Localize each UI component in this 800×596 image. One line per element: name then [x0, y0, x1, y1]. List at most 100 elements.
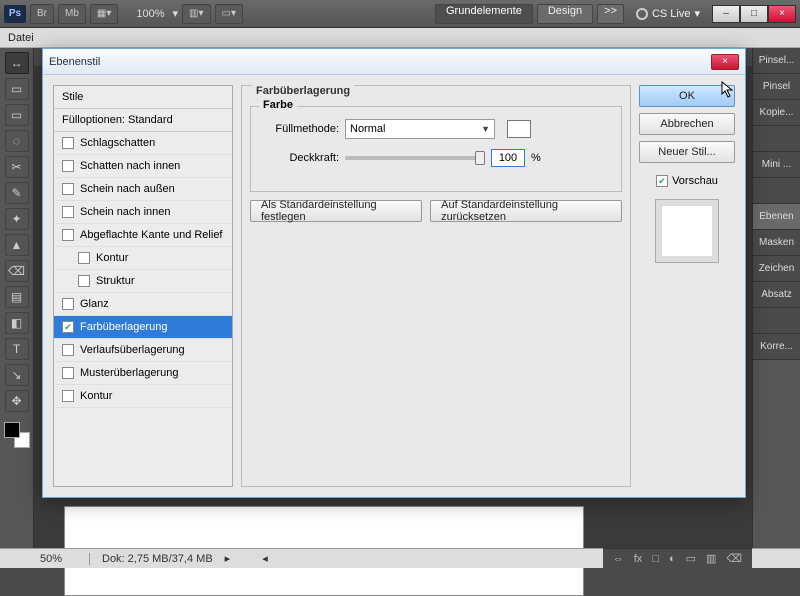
style-list-header[interactable]: Stile: [54, 86, 232, 109]
dialog-right-column: OK Abbrechen Neuer Stil... ✔ Vorschau: [639, 85, 735, 487]
opacity-input[interactable]: 100: [491, 149, 525, 167]
style-row-struktur[interactable]: Struktur: [54, 270, 232, 293]
tool-1[interactable]: ▭: [5, 78, 29, 100]
layers-footer-icon-1[interactable]: fx: [634, 553, 643, 565]
opacity-slider[interactable]: [345, 156, 485, 160]
style-checkbox[interactable]: [62, 160, 74, 172]
style-row-kontur[interactable]: Kontur: [54, 247, 232, 270]
style-label: Glanz: [80, 298, 109, 310]
tool-0[interactable]: ↔: [5, 52, 29, 74]
minibridge-button[interactable]: Mb: [58, 4, 86, 24]
style-row-glanz[interactable]: Glanz: [54, 293, 232, 316]
panel-tab-7[interactable]: Masken: [753, 230, 800, 256]
new-style-button[interactable]: Neuer Stil...: [639, 141, 735, 163]
cslive-icon: [636, 8, 648, 20]
style-checkbox[interactable]: [62, 206, 74, 218]
dialog-titlebar[interactable]: Ebenenstil ×: [43, 49, 745, 75]
tool-2[interactable]: ▭: [5, 104, 29, 126]
opacity-label: Deckkraft:: [261, 152, 339, 164]
tool-12[interactable]: ↘: [5, 364, 29, 386]
view-extras-button[interactable]: ▦▾: [90, 4, 118, 24]
style-checkbox[interactable]: [62, 390, 74, 402]
layers-footer-icon-4[interactable]: ▭: [686, 552, 696, 565]
style-label: Musterüberlagerung: [80, 367, 178, 379]
cslive-button[interactable]: CS Live ▾: [636, 7, 700, 20]
menu-file[interactable]: Datei: [8, 32, 34, 44]
fill-options-row[interactable]: Fülloptionen: Standard: [54, 109, 232, 132]
style-checkbox[interactable]: [62, 137, 74, 149]
style-checkbox[interactable]: [78, 252, 90, 264]
bridge-button[interactable]: Br: [30, 4, 54, 24]
arrange-docs-button[interactable]: ▥▾: [182, 4, 210, 24]
tool-6[interactable]: ✦: [5, 208, 29, 230]
window-minimize[interactable]: –: [712, 5, 740, 23]
panel-tab-11[interactable]: Korre...: [753, 334, 800, 360]
style-row-schein-nach-au-en[interactable]: Schein nach außen: [54, 178, 232, 201]
workspace-essentials[interactable]: Grundelemente: [435, 4, 533, 24]
style-label: Schein nach außen: [80, 183, 175, 195]
tool-10[interactable]: ◧: [5, 312, 29, 334]
panel-tab-4[interactable]: Mini ...: [753, 152, 800, 178]
layers-footer-icon-6[interactable]: ⌫: [726, 552, 742, 565]
style-checkbox[interactable]: [78, 275, 90, 287]
panel-tab-3: [753, 126, 800, 152]
style-row-muster-berlagerung[interactable]: Musterüberlagerung: [54, 362, 232, 385]
style-checkbox[interactable]: [62, 367, 74, 379]
style-row-abgeflachte-kante-und-relief[interactable]: Abgeflachte Kante und Relief: [54, 224, 232, 247]
style-checkbox[interactable]: [62, 229, 74, 241]
panel-tab-1[interactable]: Pinsel: [753, 74, 800, 100]
window-maximize[interactable]: □: [740, 5, 768, 23]
style-row-schatten-nach-innen[interactable]: Schatten nach innen: [54, 155, 232, 178]
style-row-schlagschatten[interactable]: Schlagschatten: [54, 132, 232, 155]
color-group-label: Farbe: [259, 99, 297, 111]
workspace-more[interactable]: >>: [597, 4, 624, 24]
panel-tab-9[interactable]: Absatz: [753, 282, 800, 308]
tool-4[interactable]: ✂: [5, 156, 29, 178]
tool-3[interactable]: ◌: [5, 130, 29, 152]
reset-default-button[interactable]: Auf Standardeinstellung zurücksetzen: [430, 200, 622, 222]
tool-9[interactable]: ▤: [5, 286, 29, 308]
panel-tab-6[interactable]: Ebenen: [753, 204, 800, 230]
layers-footer-icon-3[interactable]: ◐: [669, 553, 676, 565]
tool-11[interactable]: T: [5, 338, 29, 360]
opacity-unit: %: [531, 152, 541, 164]
window-close[interactable]: ×: [768, 5, 796, 23]
style-row-verlaufs-berlagerung[interactable]: Verlaufsüberlagerung: [54, 339, 232, 362]
layers-footer-icon-2[interactable]: □: [652, 553, 659, 565]
style-row-farb-berlagerung[interactable]: ✔Farbüberlagerung: [54, 316, 232, 339]
blend-mode-combo[interactable]: Normal▼: [345, 119, 495, 139]
dialog-close-button[interactable]: ×: [711, 54, 739, 70]
app-topbar: Ps Br Mb ▦▾ 100%▾ ▥▾ ▭▾ Grundelemente De…: [0, 0, 800, 28]
panel-tab-8[interactable]: Zeichen: [753, 256, 800, 282]
zoom-level[interactable]: 100%: [132, 8, 168, 20]
panel-tab-2[interactable]: Kopie...: [753, 100, 800, 126]
tool-7[interactable]: ▲: [5, 234, 29, 256]
make-default-button[interactable]: Als Standardeinstellung festlegen: [250, 200, 422, 222]
overlay-color-swatch[interactable]: [507, 120, 531, 138]
blend-mode-label: Füllmethode:: [261, 123, 339, 135]
tool-5[interactable]: ✎: [5, 182, 29, 204]
workspace-design[interactable]: Design: [537, 4, 593, 24]
style-row-schein-nach-innen[interactable]: Schein nach innen: [54, 201, 232, 224]
ok-button[interactable]: OK: [639, 85, 735, 107]
panel-tab-0[interactable]: Pinsel...: [753, 48, 800, 74]
preview-checkbox[interactable]: ✔: [656, 175, 668, 187]
fg-swatch[interactable]: [4, 422, 20, 438]
layers-footer-icon-5[interactable]: ▥: [706, 552, 716, 565]
layers-footer-icon-0[interactable]: ⇔: [613, 553, 624, 565]
style-checkbox[interactable]: ✔: [62, 321, 74, 333]
tool-8[interactable]: ⌫: [5, 260, 29, 282]
cancel-button[interactable]: Abbrechen: [639, 113, 735, 135]
style-checkbox[interactable]: [62, 298, 74, 310]
style-checkbox[interactable]: [62, 344, 74, 356]
style-label: Kontur: [96, 252, 128, 264]
layer-style-dialog: Ebenenstil × Stile Fülloptionen: Standar…: [42, 48, 746, 498]
style-list: Stile Fülloptionen: Standard Schlagschat…: [53, 85, 233, 487]
screen-mode-button[interactable]: ▭▾: [215, 4, 243, 24]
status-zoom[interactable]: 50%: [40, 553, 90, 565]
tool-13[interactable]: ✥: [5, 390, 29, 412]
style-row-kontur[interactable]: Kontur: [54, 385, 232, 408]
slider-thumb[interactable]: [475, 151, 485, 165]
style-checkbox[interactable]: [62, 183, 74, 195]
color-swatches[interactable]: [4, 422, 30, 448]
